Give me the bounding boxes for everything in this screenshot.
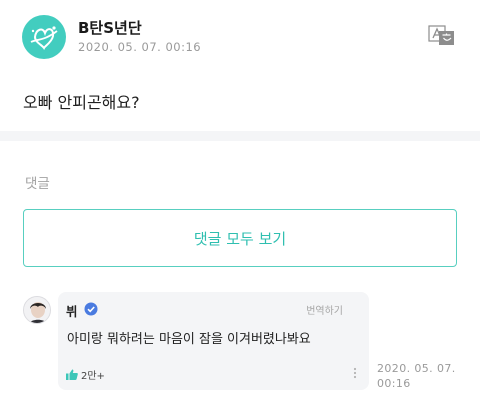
comment-text: 아미랑 뭐하려는 마음이 잠을 이겨버렸나봐요 xyxy=(67,332,311,347)
post-author-avatar[interactable] xyxy=(22,15,66,59)
translate-icon[interactable] xyxy=(428,25,456,47)
comments-section-title: 댓글 xyxy=(25,176,50,192)
post-body-text: 오빠 안피곤해요? xyxy=(23,93,140,112)
section-divider xyxy=(0,131,480,141)
post-header: B탄S년단 2020. 05. 07. 00:16 xyxy=(0,0,480,70)
view-all-comments-label: 댓글 모두 보기 xyxy=(193,229,287,248)
post-author-name[interactable]: B탄S년단 xyxy=(78,17,142,38)
verified-icon xyxy=(84,301,98,316)
post-timestamp: 2020. 05. 07. 00:16 xyxy=(78,40,202,54)
comment-translate-button[interactable]: 번역하기 xyxy=(306,302,343,317)
more-icon[interactable] xyxy=(351,365,359,379)
like-button[interactable]: 2만+ xyxy=(66,365,105,384)
like-icon xyxy=(66,365,78,384)
like-count: 2만+ xyxy=(81,371,105,382)
comment-author-avatar[interactable] xyxy=(23,296,51,324)
comment-author-name[interactable]: 뷔 xyxy=(66,301,78,320)
comment-bubble: 뷔 번역하기 아미랑 뭐하려는 마음이 잠을 이겨버렸나봐요 2만+ xyxy=(58,292,369,390)
comment-timestamp: 2020. 05. 07. 00:16 xyxy=(377,362,456,390)
view-all-comments-button[interactable]: 댓글 모두 보기 xyxy=(23,209,457,267)
